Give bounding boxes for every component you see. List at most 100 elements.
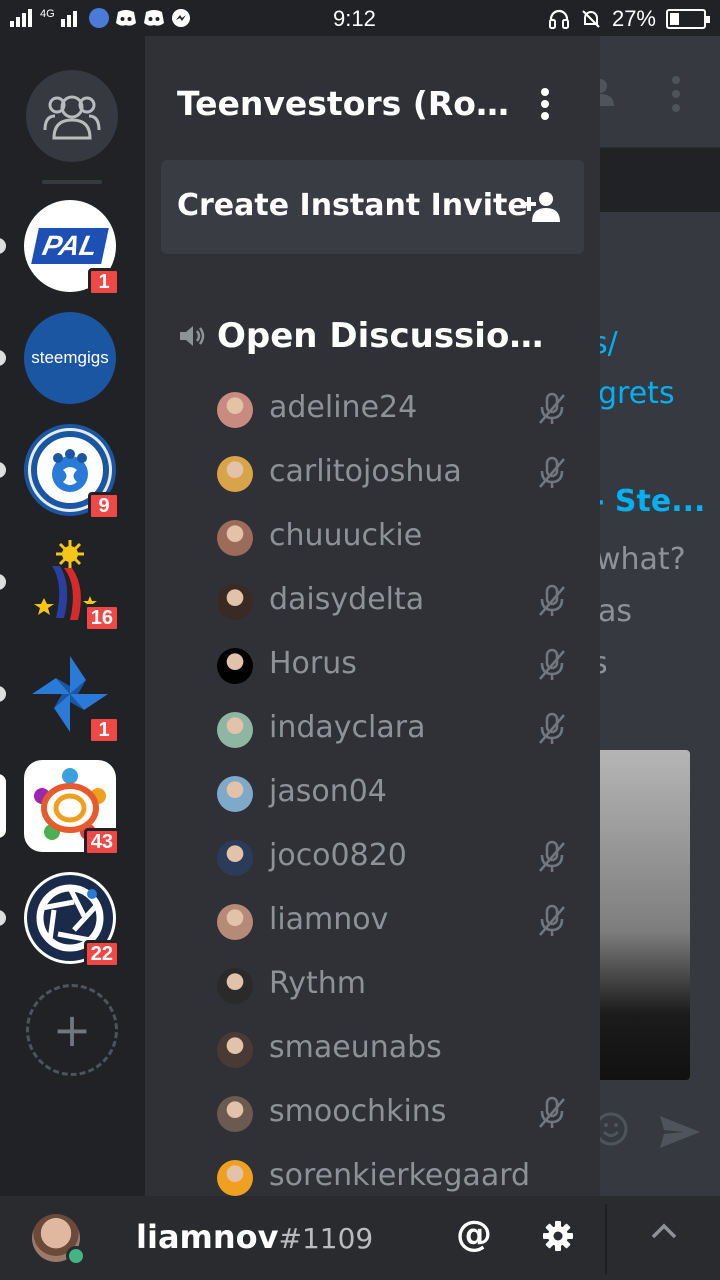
member-avatar — [217, 1096, 253, 1132]
member-name: smaeunabs — [269, 1030, 442, 1065]
voice-member-row[interactable]: chuuuckie — [145, 506, 600, 570]
username-display[interactable]: liamnov#1109 — [136, 1218, 373, 1256]
app-root: 4G 9:12 27% PAL 1 steemgigs 9 16 1 43 22… — [0, 0, 720, 1280]
unread-pill — [0, 574, 6, 590]
server-icon: steemgigs — [24, 312, 116, 404]
mentions-button[interactable]: @ — [456, 1214, 492, 1255]
username: liamnov — [136, 1218, 279, 1256]
member-avatar — [217, 584, 253, 620]
member-name: joco0820 — [269, 838, 407, 873]
member-avatar — [217, 1160, 253, 1196]
voice-member-row[interactable]: smaeunabs — [145, 1018, 600, 1082]
channel-drawer: Teenvestors (Road... Create Instant Invi… — [145, 36, 600, 1196]
panel-divider — [605, 1204, 607, 1274]
user-avatar[interactable] — [32, 1214, 86, 1266]
member-avatar — [217, 840, 253, 876]
voice-member-row[interactable]: Horus — [145, 634, 600, 698]
chat-header — [600, 36, 720, 148]
online-status-dot — [66, 1246, 86, 1266]
member-name: sorenkierkegaard — [269, 1158, 531, 1193]
server-pinwheel[interactable]: 1 — [0, 648, 120, 744]
voice-member-row[interactable]: liamnov — [145, 890, 600, 954]
guild-name[interactable]: Teenvestors (Road... — [177, 84, 517, 123]
member-avatar — [217, 648, 253, 684]
chat-image-attachment[interactable] — [600, 750, 690, 1080]
emoji-icon[interactable] — [600, 1112, 628, 1146]
voice-member-row[interactable]: smoochkins — [145, 1082, 600, 1146]
chat-text-fragment: grets — [600, 376, 675, 411]
server-steem-schools[interactable]: 9 — [0, 424, 120, 520]
battery-percent: 27% — [611, 6, 656, 31]
speaker-icon — [180, 326, 205, 346]
server-community-circle[interactable]: 43 — [0, 760, 120, 856]
muted-mic-icon — [539, 456, 565, 488]
member-name: Rythm — [269, 966, 366, 1001]
invite-label: Create Instant Invite — [177, 188, 528, 223]
member-avatar — [217, 520, 253, 556]
voice-member-row[interactable]: jason04 — [145, 762, 600, 826]
muted-mic-icon — [539, 1096, 565, 1128]
direct-messages-button[interactable] — [26, 70, 118, 162]
member-name: indayclara — [269, 710, 426, 745]
battery-fill — [670, 13, 679, 25]
voice-channel[interactable]: Open Discussions... — [179, 316, 557, 356]
channel-chat-background: s/ grets - Ste... what? as s — [600, 36, 720, 1196]
network-type: 4G — [40, 8, 55, 20]
member-avatar — [217, 392, 253, 428]
voice-member-row[interactable]: sorenkierkegaard — [145, 1146, 600, 1196]
server-philippines-steem[interactable]: 16 — [0, 536, 120, 632]
chevron-up-icon[interactable] — [650, 1222, 678, 1240]
headset-icon — [548, 9, 569, 29]
messenger-notif-icon — [171, 9, 190, 27]
chat-text-fragment: s — [600, 646, 608, 681]
voice-member-row[interactable]: carlitojoshua — [145, 442, 600, 506]
voice-member-row[interactable]: Rythm — [145, 954, 600, 1018]
member-list-icon[interactable] — [600, 78, 616, 106]
voice-member-row[interactable]: joco0820 — [145, 826, 600, 890]
gear-icon[interactable] — [542, 1220, 574, 1252]
member-name: chuuuckie — [269, 518, 423, 553]
status-right: 27% — [548, 6, 710, 32]
unread-pill — [0, 238, 6, 254]
selected-pill — [0, 774, 6, 838]
member-name: carlitojoshua — [269, 454, 462, 489]
battery-icon — [666, 9, 710, 29]
member-name: smoochkins — [269, 1094, 447, 1129]
server-icon-label: PAL — [31, 228, 109, 264]
add-server-button[interactable]: + — [26, 984, 118, 1076]
server-rail: PAL 1 steemgigs 9 16 1 43 22 + — [0, 36, 145, 1196]
rail-separator — [42, 180, 102, 184]
server-steemgigs[interactable]: steemgigs — [0, 312, 116, 404]
muted-mic-icon — [539, 904, 565, 936]
voice-member-row[interactable]: daisydelta — [145, 570, 600, 634]
signal-area: 4G — [10, 8, 191, 28]
send-icon[interactable] — [658, 1114, 702, 1150]
chat-banner — [600, 148, 720, 212]
mute-bell-icon — [582, 10, 600, 28]
chat-text-fragment: s/ — [600, 326, 618, 361]
chat-text-fragment: - Ste... — [600, 484, 706, 519]
member-avatar — [217, 456, 253, 492]
member-avatar — [217, 904, 253, 940]
muted-mic-icon — [539, 840, 565, 872]
settings-notif-icon — [88, 8, 109, 28]
mention-badge: 9 — [88, 492, 120, 520]
mention-badge: 22 — [83, 940, 120, 968]
create-instant-invite-button[interactable]: Create Instant Invite — [161, 160, 584, 254]
discord-notif-icon-2 — [143, 10, 164, 26]
unread-pill — [0, 350, 6, 366]
guild-menu-icon[interactable] — [533, 84, 557, 124]
member-name: daisydelta — [269, 582, 425, 617]
member-avatar — [217, 968, 253, 1004]
muted-mic-icon — [539, 712, 565, 744]
signal-icon — [10, 9, 32, 27]
server-pal[interactable]: PAL 1 — [0, 200, 120, 296]
server-shutter[interactable]: 22 — [0, 872, 120, 968]
member-name: jason04 — [269, 774, 387, 809]
voice-member-row[interactable]: indayclara — [145, 698, 600, 762]
chat-overflow-menu-icon[interactable] — [672, 76, 682, 112]
voice-member-row[interactable]: adeline24 — [145, 378, 600, 442]
member-name: Horus — [269, 646, 357, 681]
member-avatar — [217, 1032, 253, 1068]
mention-badge: 1 — [88, 268, 120, 296]
